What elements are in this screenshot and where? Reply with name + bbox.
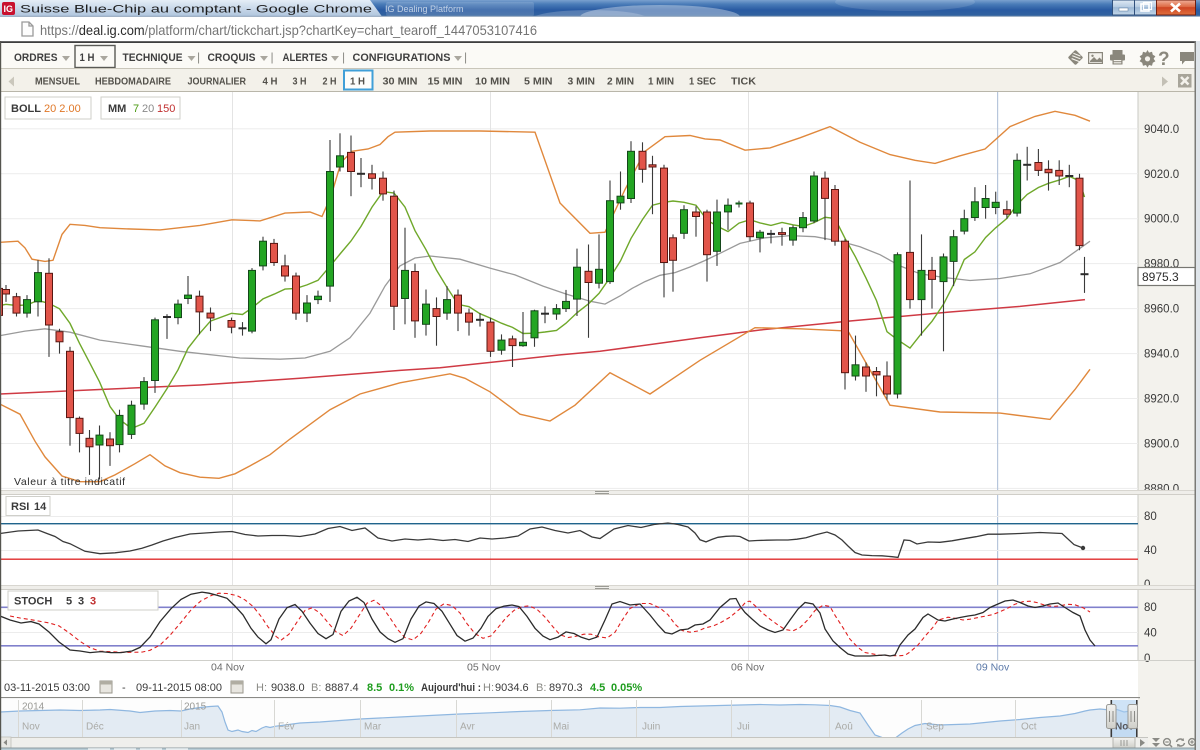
svg-text:CROQUIS: CROQUIS [208,52,256,64]
svg-text:3 H: 3 H [293,77,307,88]
svg-text:04 Nov: 04 Nov [211,662,245,674]
svg-text:TICK: TICK [731,77,757,88]
svg-text:H:: H: [483,682,494,694]
svg-text:150: 150 [157,103,175,115]
svg-text:Aujourd'hui :: Aujourd'hui : [421,682,481,694]
svg-text:2 MIN: 2 MIN [607,77,634,88]
svg-text:MENSUEL: MENSUEL [35,77,80,88]
svg-text:Suisse Blue-Chip au comptant -: Suisse Blue-Chip au comptant - Google Ch… [20,4,372,16]
svg-text:9040.0: 9040.0 [1144,124,1179,136]
svg-text:1 H: 1 H [350,77,365,88]
svg-text:8920.0: 8920.0 [1144,394,1179,406]
svg-text:TECHNIQUE: TECHNIQUE [123,52,183,64]
svg-text:40: 40 [1144,545,1157,557]
svg-text:CONFIGURATIONS: CONFIGURATIONS [353,52,451,64]
svg-text:10 MIN: 10 MIN [475,77,510,88]
svg-text:8900.0: 8900.0 [1144,439,1179,451]
svg-text:8940.0: 8940.0 [1144,349,1179,361]
svg-text:Aoû: Aoû [835,722,853,733]
svg-text:8.5: 8.5 [367,682,382,694]
svg-text:|: | [464,50,467,64]
svg-text:1 H: 1 H [80,52,95,64]
svg-text:|: | [197,50,200,64]
svg-text:H:: H: [256,682,267,694]
svg-text:ORDRES: ORDRES [14,52,58,64]
svg-text:Juin: Juin [642,722,660,733]
svg-text:0.1%: 0.1% [389,682,414,694]
svg-text:|: | [271,50,274,64]
svg-text:Avr: Avr [460,722,475,733]
svg-text:2015: 2015 [184,702,207,713]
svg-text:Déc: Déc [86,722,104,733]
svg-text:?: ? [1158,49,1170,70]
svg-text:3: 3 [90,596,96,608]
svg-text:5 MIN: 5 MIN [524,77,553,88]
svg-text:RSI: RSI [11,501,29,513]
svg-text:8887.4: 8887.4 [325,682,359,694]
svg-text:1 SEC: 1 SEC [689,77,716,88]
svg-text:8975.3: 8975.3 [1142,270,1179,284]
svg-text:15 MIN: 15 MIN [428,77,463,88]
svg-text:0.05%: 0.05% [611,682,642,694]
svg-text:0: 0 [1144,653,1150,665]
svg-text:9020.0: 9020.0 [1144,169,1179,181]
svg-text:4 H: 4 H [263,77,278,88]
svg-text:3 MIN: 3 MIN [568,77,596,88]
svg-text:14: 14 [34,501,47,513]
svg-text:BOLL: BOLL [11,103,41,115]
svg-text:8970.3: 8970.3 [549,682,583,694]
svg-text:06 Nov: 06 Nov [731,662,765,674]
svg-text:MM: MM [108,103,126,115]
svg-text:https://deal.ig.com/platform/c: https://deal.ig.com/platform/chart/tickc… [40,22,537,38]
svg-text:05 Nov: 05 Nov [467,662,501,674]
svg-text:IG: IG [4,4,14,14]
svg-text:IG Dealing Platform: IG Dealing Platform [385,4,464,14]
svg-text:B:: B: [311,682,321,694]
svg-text:|: | [342,50,345,64]
svg-text:1 MIN: 1 MIN [648,77,674,88]
svg-text:-: - [122,682,126,694]
svg-text:9034.6: 9034.6 [495,682,529,694]
svg-text:9038.0: 9038.0 [271,682,305,694]
svg-text:03-11-2015 03:00: 03-11-2015 03:00 [4,682,90,694]
svg-text:80: 80 [1144,511,1157,523]
svg-text:2014: 2014 [22,702,45,713]
svg-text:ALERTES: ALERTES [283,52,328,64]
svg-text:STOCH: STOCH [14,596,52,608]
svg-text:30 MIN: 30 MIN [383,77,418,88]
svg-text:09 Nov: 09 Nov [976,662,1010,674]
svg-text:9000.0: 9000.0 [1144,214,1179,226]
svg-text:Sep: Sep [926,722,944,733]
svg-text:20 2.00: 20 2.00 [44,103,81,115]
svg-text:09-11-2015 08:00: 09-11-2015 08:00 [136,682,222,694]
svg-text:80: 80 [1144,602,1157,614]
svg-text:B:: B: [536,682,546,694]
svg-text:40: 40 [1144,628,1157,640]
svg-text:2 H: 2 H [323,77,337,88]
svg-text:JOURNALIER: JOURNALIER [188,77,247,88]
svg-text:HEBDOMADAIRE: HEBDOMADAIRE [95,77,171,88]
svg-text:Mai: Mai [553,722,569,733]
svg-text:Mar: Mar [364,722,382,733]
svg-text:Jui: Jui [737,722,750,733]
svg-text:7: 7 [133,103,139,115]
svg-text:3: 3 [78,596,84,608]
svg-text:Nov: Nov [22,722,40,733]
svg-text:8960.0: 8960.0 [1144,304,1179,316]
svg-text:5: 5 [66,596,72,608]
svg-text:4.5: 4.5 [590,682,605,694]
svg-text:Jan: Jan [184,722,200,733]
svg-text:Oct: Oct [1021,722,1037,733]
svg-text:20: 20 [142,103,154,115]
svg-text:Valeur à titre indicatif: Valeur à titre indicatif [14,476,126,488]
svg-text:Fév: Fév [278,722,295,733]
